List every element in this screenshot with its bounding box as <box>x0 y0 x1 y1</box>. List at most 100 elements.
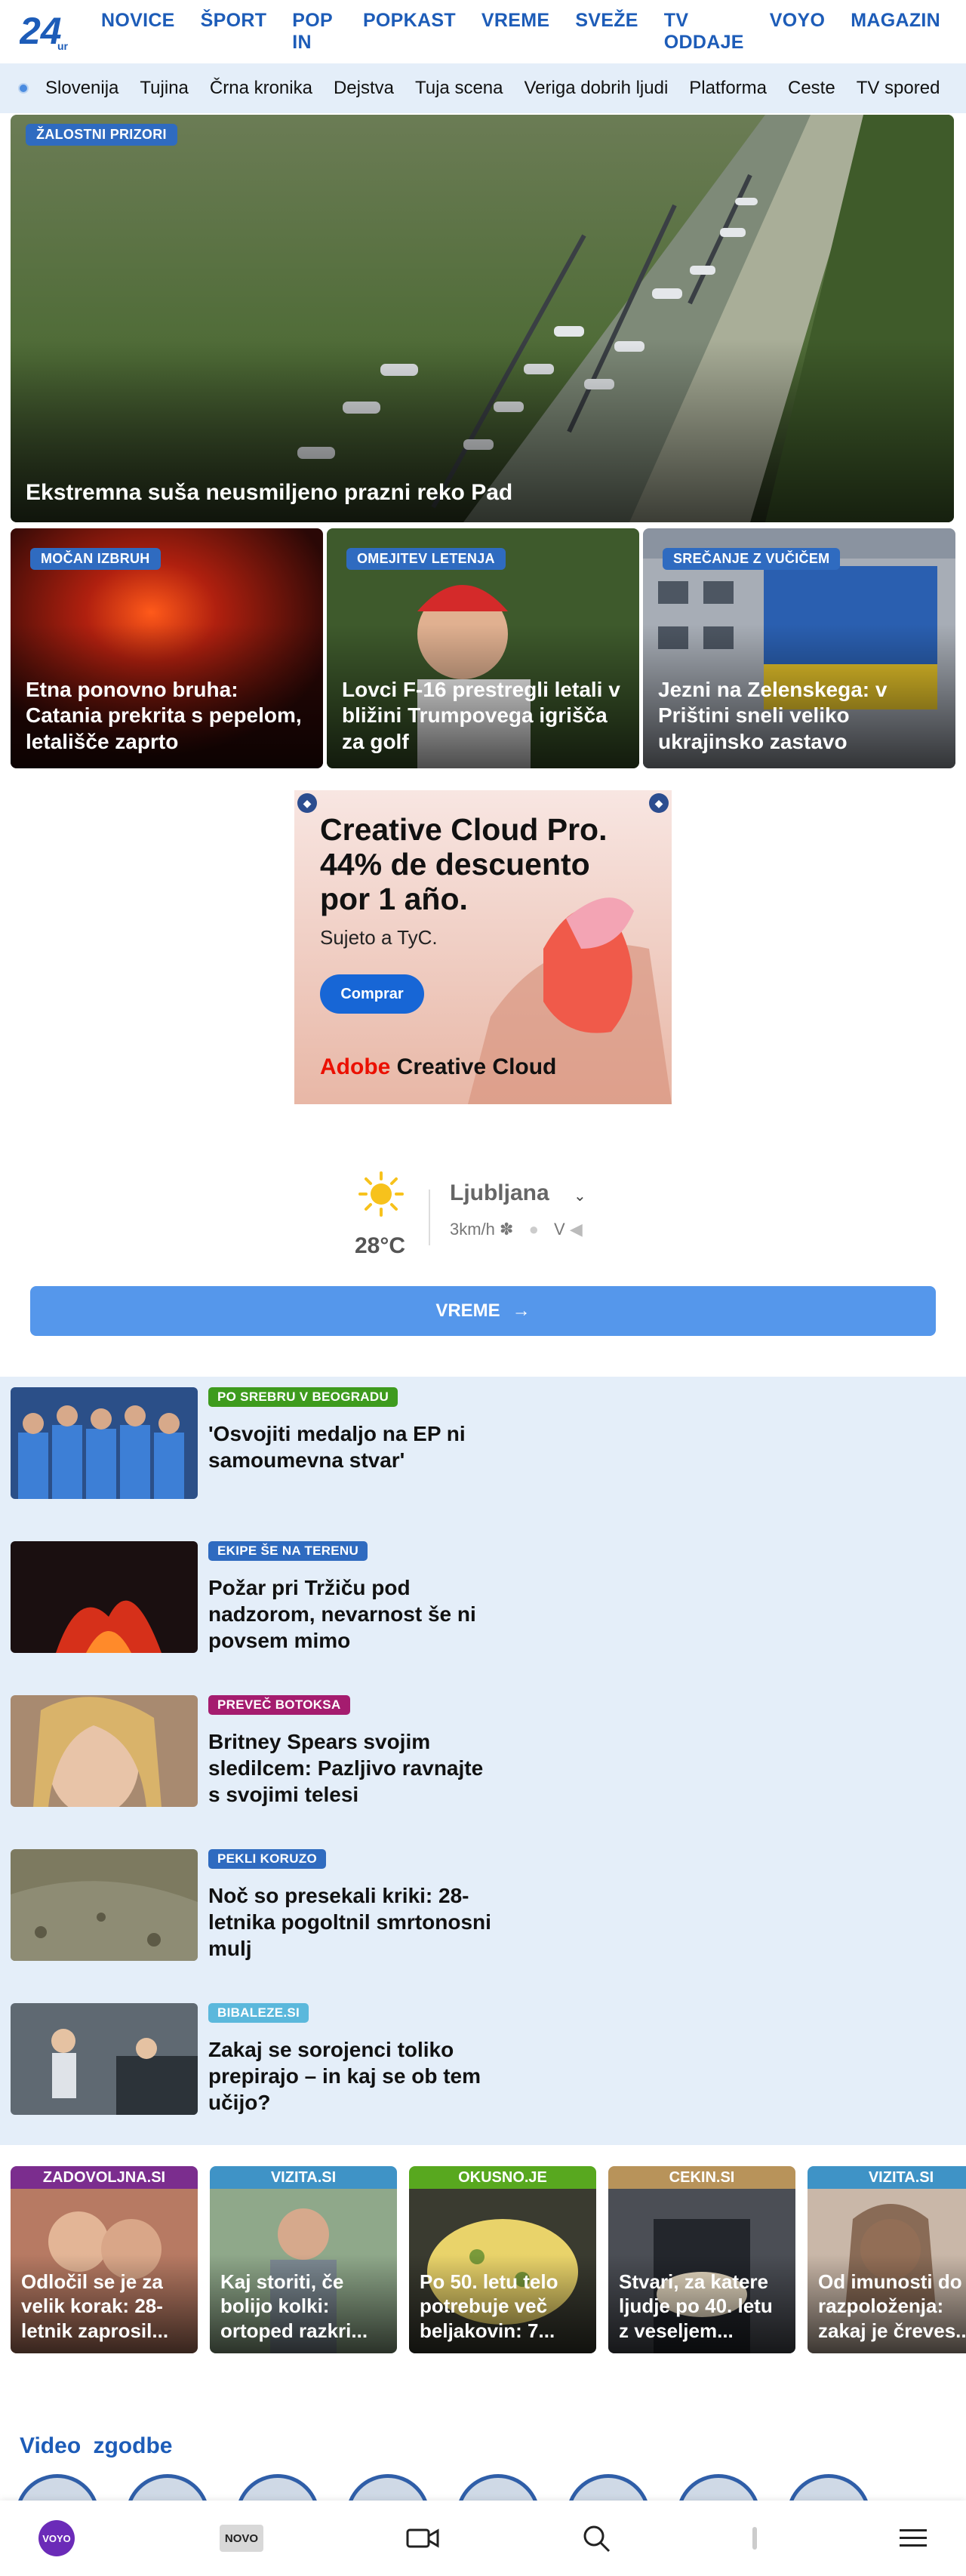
partner-card[interactable]: CEKIN.SI Stvari, za katere ljudje po 40.… <box>608 2166 795 2353</box>
nav-pop-in[interactable]: POP IN <box>292 10 337 54</box>
logo-text: 24 <box>20 11 62 52</box>
wind-direction: V <box>554 1220 565 1239</box>
ad-brand: Adobe Creative Cloud <box>320 1054 556 1080</box>
subnav-platforma[interactable]: Platforma <box>689 78 767 99</box>
list-title[interactable]: Zakaj se sorojenci toliko prepirajo – in… <box>208 2036 495 2116</box>
partner-title-line-3: beljakovin: 7... <box>420 2319 555 2342</box>
hero-article[interactable]: ŽALOSTNI PRIZORI Ekstremna suša neusmilj… <box>11 115 954 522</box>
story-bubble[interactable] <box>456 2474 540 2501</box>
story-bubble[interactable] <box>346 2474 430 2501</box>
subnav-crna-kronika[interactable]: Črna kronika <box>210 78 312 99</box>
nav-novice[interactable]: NOVICE <box>101 10 175 54</box>
partner-title-line-2: bolijo kolki: <box>220 2294 330 2317</box>
partner-title-line-2: velik korak: 28- <box>21 2294 163 2317</box>
novo-button[interactable]: NOVO <box>211 2501 272 2576</box>
story-bubble[interactable] <box>566 2474 651 2501</box>
sub-nav: Slovenija Tujina Črna kronika Dejstva Tu… <box>0 63 966 113</box>
arrow-right-icon: → <box>512 1300 531 1321</box>
nav-sport[interactable]: ŠPORT <box>201 10 267 54</box>
subnav-slovenija[interactable]: Slovenija <box>45 78 118 99</box>
subnav-tuja-scena[interactable]: Tuja scena <box>415 78 503 99</box>
city-selector[interactable]: Ljubljana <box>450 1180 549 1206</box>
list-item[interactable]: EKIPE ŠE NA TERENU Požar pri Tržiču pod … <box>11 1531 765 1654</box>
partner-title-line-3: ortoped razkri... <box>220 2319 368 2342</box>
partner-tag: CEKIN.SI <box>608 2166 795 2189</box>
divider-handle <box>740 2501 770 2576</box>
temperature: 28°C <box>355 1233 406 1258</box>
story-bubble[interactable] <box>676 2474 761 2501</box>
thumb-portrait-image <box>11 1695 198 1807</box>
list-title[interactable]: Požar pri Tržiču pod nadzorom, nevarnost… <box>208 1574 495 1654</box>
story-bubble[interactable] <box>15 2474 100 2501</box>
list-title[interactable]: 'Osvojiti medaljo na EP ni samoumevna st… <box>208 1420 495 1473</box>
story-bubble[interactable] <box>125 2474 210 2501</box>
partner-card[interactable]: VIZITA.SI Kaj storiti, če bolijo kolki: … <box>210 2166 397 2353</box>
hero-title[interactable]: Ekstremna suša neusmiljeno prazni reko P… <box>26 480 512 506</box>
partner-title-line-1: Odločil se je za <box>21 2270 163 2293</box>
nav-magazin[interactable]: MAGAZIN <box>851 10 940 54</box>
list-badge: PEKLI KORUZO <box>208 1849 327 1869</box>
partner-card[interactable]: VIZITA.SI Od imunosti do razpoloženja: z… <box>808 2166 966 2353</box>
nav-tv-oddaje[interactable]: TV ODDAJE <box>664 10 744 54</box>
logo-mark: 24 ur <box>20 11 69 52</box>
article-card-f16[interactable]: OMEJITEV LETENJA Lovci F-16 prestregli l… <box>327 528 639 768</box>
list-title[interactable]: Britney Spears svojim sledilcem: Pazljiv… <box>208 1728 495 1808</box>
partner-card[interactable]: ZADOVOLJNA.SI Odločil se je za velik kor… <box>11 2166 198 2353</box>
list-thumbnail <box>11 1387 198 1499</box>
nav-sveze[interactable]: SVEŽE <box>575 10 638 54</box>
list-badge: PO SREBRU V BEOGRADU <box>208 1387 398 1407</box>
site-logo[interactable]: 24 ur <box>20 11 71 53</box>
search-button[interactable] <box>566 2501 626 2576</box>
list-item[interactable]: PO SREBRU V BEOGRADU 'Osvojiti medaljo n… <box>11 1377 765 1499</box>
thumb-field-image <box>11 1849 198 1961</box>
list-thumbnail <box>11 1849 198 1961</box>
ad-choices-icon[interactable]: ◆ <box>297 793 317 813</box>
card-title[interactable]: Etna ponovno bruha: Catania prekrita s p… <box>26 677 311 755</box>
partner-title-line-1: Od imunosti do <box>818 2270 962 2293</box>
voyo-button[interactable]: VOYO <box>30 2501 83 2576</box>
list-item[interactable]: PREVEČ BOTOKSA Britney Spears svojim sle… <box>11 1685 765 1808</box>
subnav-veriga-dobrih-ljudi[interactable]: Veriga dobrih ljudi <box>525 78 669 99</box>
list-item[interactable]: BIBALEZE.SI Zakaj se sorojenci toliko pr… <box>11 1993 765 2116</box>
card-title[interactable]: Lovci F-16 prestregli letali v bližini T… <box>342 677 627 755</box>
article-card-pristina[interactable]: SREČANJE Z VUČIČEM Jezni na Zelenskega: … <box>643 528 955 768</box>
wind-speed: 3km/h <box>450 1220 495 1239</box>
partner-title-line-2: potrebuje več <box>420 2294 548 2317</box>
list-item[interactable]: PEKLI KORUZO Noč so presekali kriki: 28-… <box>11 1839 765 1962</box>
hamburger-menu-icon <box>900 2529 927 2547</box>
weather-button[interactable]: VREME → <box>30 1286 936 1336</box>
advertisement-banner[interactable]: ◆ ◆ Creative Cloud Pro. 44% de descuento… <box>294 790 672 1104</box>
list-thumbnail <box>11 1695 198 1807</box>
nav-voyo[interactable]: VOYO <box>770 10 825 54</box>
partner-title: Kaj storiti, če bolijo kolki: ortoped ra… <box>220 2270 389 2344</box>
wind-info: 3km/h ✽ ● V ◀ <box>450 1220 583 1239</box>
ad-info-icon[interactable]: ◆ <box>649 793 669 813</box>
main-nav: NOVICE ŠPORT POP IN POPKAST VREME SVEŽE … <box>101 10 966 54</box>
ad-headline: Creative Cloud Pro. 44% de descuento por… <box>320 812 637 917</box>
weather-divider <box>429 1190 430 1245</box>
card-badge: MOČAN IZBRUH <box>30 548 161 570</box>
menu-button[interactable] <box>883 2501 943 2576</box>
subnav-ceste[interactable]: Ceste <box>788 78 835 99</box>
nav-vreme[interactable]: VREME <box>481 10 549 54</box>
nav-popkast[interactable]: POPKAST <box>363 10 456 54</box>
ad-headline-line-1: Creative Cloud Pro. <box>320 812 608 847</box>
card-title[interactable]: Jezni na Zelenskega: v Prištini sneli ve… <box>658 677 943 755</box>
top-header: 24 ur NOVICE ŠPORT POP IN POPKAST VREME … <box>0 0 966 63</box>
ad-buy-button[interactable]: Comprar <box>320 974 424 1014</box>
partner-carousel: ZADOVOLJNA.SI Odločil se je za velik kor… <box>0 2166 966 2355</box>
subnav-tv-spored[interactable]: TV spored <box>857 78 940 99</box>
subnav-tujina[interactable]: Tujina <box>140 78 188 99</box>
thumb-team-image <box>11 1387 198 1499</box>
video-button[interactable] <box>392 2501 453 2576</box>
card-badge: SREČANJE Z VUČIČEM <box>663 548 841 570</box>
article-card-etna[interactable]: MOČAN IZBRUH Etna ponovno bruha: Catania… <box>11 528 323 768</box>
list-title[interactable]: Noč so presekali kriki: 28-letnika pogol… <box>208 1882 495 1962</box>
story-bubble[interactable] <box>786 2474 871 2501</box>
chevron-down-icon[interactable]: ⌄ <box>574 1186 586 1205</box>
subnav-dejstva[interactable]: Dejstva <box>334 78 394 99</box>
partner-card[interactable]: OKUSNO.JE Po 50. letu telo potrebuje več… <box>409 2166 596 2353</box>
story-bubble[interactable] <box>235 2474 320 2501</box>
partner-title-line-1: Stvari, za katere <box>619 2270 769 2293</box>
ad-subtext: Sujeto a TyC. <box>320 926 438 949</box>
